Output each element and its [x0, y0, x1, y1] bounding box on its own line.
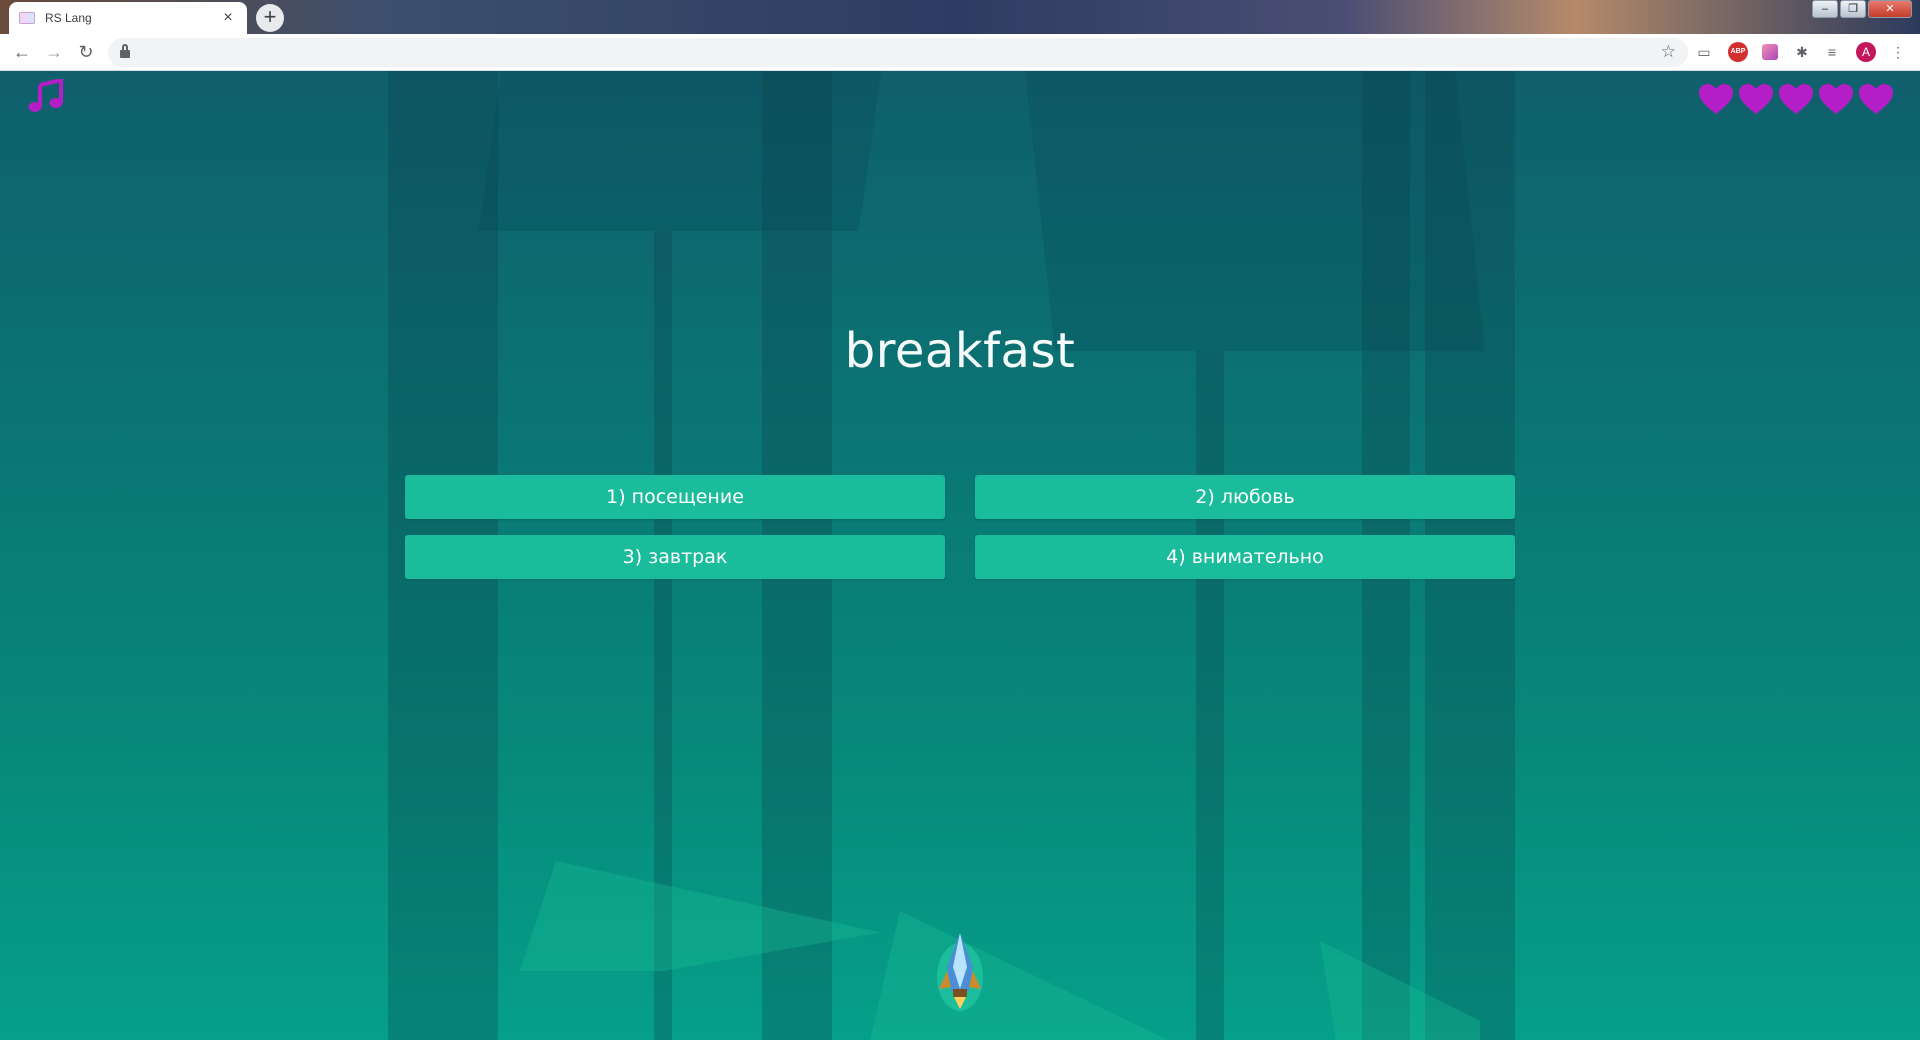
bookmark-star-icon[interactable]: ☆: [1661, 42, 1676, 62]
reload-button[interactable]: ↻: [74, 40, 98, 64]
answer-button-3[interactable]: 3) завтрак: [405, 535, 945, 579]
minimize-button[interactable]: –: [1812, 0, 1838, 18]
music-toggle-button[interactable]: [28, 77, 64, 118]
browser-menu-icon[interactable]: ⋮: [1888, 42, 1908, 62]
tree-canopy: [1025, 71, 1485, 351]
gradient-extension-icon[interactable]: [1762, 44, 1778, 60]
restore-button[interactable]: ❐: [1840, 0, 1866, 18]
tab-close-icon[interactable]: ×: [219, 9, 237, 27]
music-note-icon: [28, 77, 63, 112]
target-word: breakfast: [844, 323, 1076, 379]
lives-indicator: [1698, 83, 1894, 115]
heart-icon: [1779, 84, 1813, 114]
window-controls: – ❐ ✕: [1810, 0, 1912, 18]
address-bar[interactable]: ☆: [108, 38, 1688, 67]
tab-favicon-icon: [19, 12, 35, 24]
forward-button[interactable]: →: [42, 40, 66, 64]
answer-button-2[interactable]: 2) любовь: [975, 475, 1515, 519]
reader-extension-icon[interactable]: ▭: [1694, 42, 1714, 62]
rocket-player: [933, 927, 987, 1018]
adblock-extension-icon[interactable]: ABP: [1728, 42, 1748, 62]
lock-icon: [120, 44, 130, 58]
heart-icon: [1739, 84, 1773, 114]
ground-shape: [870, 911, 1170, 1040]
browser-tab[interactable]: RS Lang ×: [9, 2, 247, 34]
heart-icon: [1819, 84, 1853, 114]
game-area: breakfast 1) посещение 2) любовь 3) завт…: [0, 71, 1920, 1040]
extensions-puzzle-icon[interactable]: ✱: [1792, 42, 1812, 62]
heart-icon: [1859, 84, 1893, 114]
back-button[interactable]: ←: [10, 40, 34, 64]
browser-toolbar: ← → ↻ ☆ ▭ ABP ✱ ≡ A ⋮: [0, 34, 1920, 71]
profile-avatar[interactable]: A: [1856, 42, 1876, 62]
answer-options: 1) посещение 2) любовь 3) завтрак 4) вни…: [405, 475, 1515, 579]
media-control-icon[interactable]: ≡: [1822, 42, 1842, 62]
answer-button-4[interactable]: 4) внимательно: [975, 535, 1515, 579]
new-tab-button[interactable]: +: [256, 4, 284, 32]
answer-button-1[interactable]: 1) посещение: [405, 475, 945, 519]
heart-icon: [1699, 84, 1733, 114]
tree-trunk: [1196, 351, 1224, 1040]
window-close-button[interactable]: ✕: [1868, 0, 1912, 18]
rocket-icon: [937, 933, 983, 1011]
tab-title: RS Lang: [45, 11, 92, 25]
browser-titlebar: RS Lang × + – ❐ ✕: [0, 0, 1920, 34]
